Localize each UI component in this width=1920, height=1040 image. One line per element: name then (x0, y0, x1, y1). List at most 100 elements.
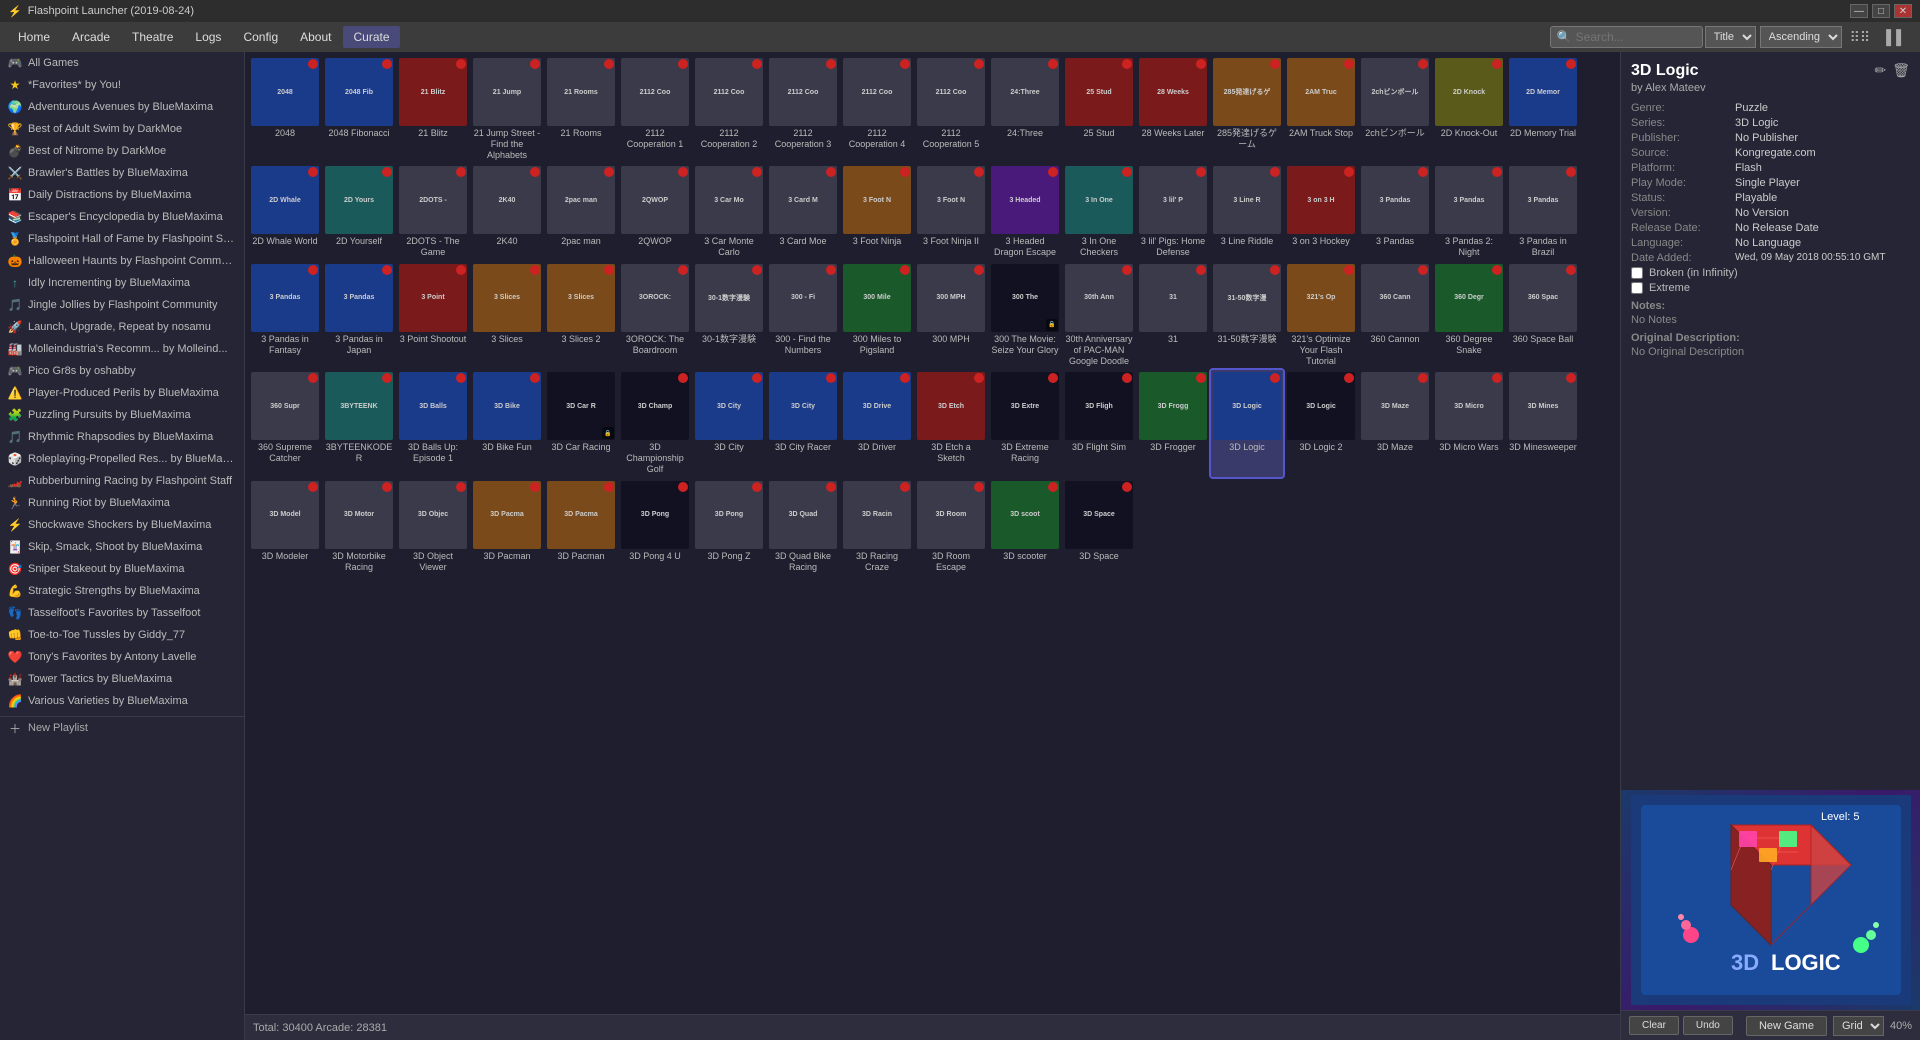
game-cell-16[interactable]: 2chビンボール2chビンボール (1359, 56, 1431, 162)
game-cell-26[interactable]: 3 Card M3 Card Moe (767, 164, 839, 260)
game-cell-64[interactable]: 3D Etch 3D Etch a Sketch (915, 370, 987, 476)
new-game-button[interactable]: New Game (1746, 1016, 1827, 1036)
game-cell-28[interactable]: 3 Foot N3 Foot Ninja II (915, 164, 987, 260)
game-cell-79[interactable]: 3D Pong 3D Pong Z (693, 479, 765, 575)
sidebar-playlist-13[interactable]: 🎮Pico Gr8s by oshabby (0, 360, 244, 382)
menu-about[interactable]: About (290, 26, 341, 48)
sort-field-select[interactable]: Title (1705, 26, 1756, 48)
game-cell-60[interactable]: 3D Champ3D Championship Golf (619, 370, 691, 476)
game-cell-50[interactable]: 31-50数字漫31-50数字漫験 (1211, 262, 1283, 368)
game-cell-63[interactable]: 3D Drive3D Driver (841, 370, 913, 476)
game-cell-69[interactable]: 3D Logic3D Logic 2 (1285, 370, 1357, 476)
sidebar-playlist-21[interactable]: 🃏Skip, Smack, Shoot by BlueMaxima (0, 536, 244, 558)
game-cell-17[interactable]: 2D Knock2D Knock-Out (1433, 56, 1505, 162)
extreme-checkbox[interactable] (1631, 282, 1643, 294)
game-cell-1[interactable]: 20482048 (249, 56, 321, 162)
edit-game-button[interactable]: ✏ (1874, 62, 1886, 79)
sidebar-playlist-20[interactable]: ⚡Shockwave Shockers by BlueMaxima (0, 514, 244, 536)
game-cell-38[interactable]: 3 Pandas3 Pandas in Japan (323, 262, 395, 368)
menu-config[interactable]: Config (233, 26, 288, 48)
sidebar-playlist-24[interactable]: 👣Tasselfoot's Favorites by Tasselfoot (0, 602, 244, 624)
game-cell-3[interactable]: 21 Blitz21 Blitz (397, 56, 469, 162)
game-cell-66[interactable]: 3D Fligh3D Flight Sim (1063, 370, 1135, 476)
game-cell-36[interactable]: 3 Pandas3 Pandas in Brazil (1507, 164, 1579, 260)
game-cell-68[interactable]: 3D Logic3D Logic (1211, 370, 1283, 476)
game-grid[interactable]: 204820482048 Fib2048 Fibonacci21 Blitz21… (245, 52, 1620, 1014)
game-cell-57[interactable]: 3D Balls3D Balls Up: Episode 1 (397, 370, 469, 476)
sidebar-playlist-8[interactable]: 🎃Halloween Haunts by Flashpoint Communit… (0, 250, 244, 272)
sidebar-playlist-18[interactable]: 🏎️Rubberburning Racing by Flashpoint Sta… (0, 470, 244, 492)
game-cell-8[interactable]: 2112 Coo2112 Cooperation 3 (767, 56, 839, 162)
game-cell-59[interactable]: 3D Car R🔒3D Car Racing (545, 370, 617, 476)
game-cell-35[interactable]: 3 Pandas3 Pandas 2: Night (1433, 164, 1505, 260)
game-cell-6[interactable]: 2112 Coo2112 Cooperation 1 (619, 56, 691, 162)
game-cell-22[interactable]: 2K402K40 (471, 164, 543, 260)
game-cell-39[interactable]: 3 Point 3 Point Shootout (397, 262, 469, 368)
game-cell-54[interactable]: 360 Spac360 Space Ball (1507, 262, 1579, 368)
menu-arcade[interactable]: Arcade (62, 26, 120, 48)
game-cell-44[interactable]: 300 - Fi300 - Find the Numbers (767, 262, 839, 368)
game-cell-55[interactable]: 360 Supr360 Supreme Catcher (249, 370, 321, 476)
game-cell-47[interactable]: 300 The 🔒300 The Movie: Seize Your Glory (989, 262, 1061, 368)
minimize-button[interactable]: — (1850, 4, 1868, 18)
game-cell-73[interactable]: 3D Model3D Modeler (249, 479, 321, 575)
game-cell-2[interactable]: 2048 Fib2048 Fibonacci (323, 56, 395, 162)
game-cell-10[interactable]: 2112 Coo2112 Cooperation 5 (915, 56, 987, 162)
game-cell-83[interactable]: 3D scoot3D scooter (989, 479, 1061, 575)
game-cell-25[interactable]: 3 Car Mo3 Car Monte Carlo (693, 164, 765, 260)
game-cell-84[interactable]: 3D Space3D Space (1063, 479, 1135, 575)
game-cell-42[interactable]: 3OROCK: 3OROCK: The Boardroom (619, 262, 691, 368)
game-cell-81[interactable]: 3D Racin3D Racing Craze (841, 479, 913, 575)
broken-checkbox[interactable] (1631, 267, 1643, 279)
game-cell-18[interactable]: 2D Memor2D Memory Trial (1507, 56, 1579, 162)
game-cell-56[interactable]: 3BYTEENK3BYTEENKODER (323, 370, 395, 476)
sidebar-playlist-23[interactable]: 💪Strategic Strengths by BlueMaxima (0, 580, 244, 602)
game-cell-76[interactable]: 3D Pacma3D Pacman (471, 479, 543, 575)
game-cell-9[interactable]: 2112 Coo2112 Cooperation 4 (841, 56, 913, 162)
game-cell-75[interactable]: 3D Objec3D Object Viewer (397, 479, 469, 575)
view-select[interactable]: Grid List (1833, 1016, 1884, 1036)
toolbar-icon-1[interactable]: ⠿⠿ (1844, 27, 1877, 48)
game-cell-43[interactable]: 30-1数字漫験30-1数字漫験 (693, 262, 765, 368)
sidebar-all-games[interactable]: 🎮 All Games (0, 52, 244, 74)
game-cell-13[interactable]: 28 Weeks28 Weeks Later (1137, 56, 1209, 162)
sidebar-playlist-2[interactable]: 🏆Best of Adult Swim by DarkMoe (0, 118, 244, 140)
game-cell-20[interactable]: 2D Yours2D Yourself (323, 164, 395, 260)
game-cell-29[interactable]: 3 Headed3 Headed Dragon Escape (989, 164, 1061, 260)
game-cell-46[interactable]: 300 MPH300 MPH (915, 262, 987, 368)
undo-button[interactable]: Undo (1683, 1016, 1733, 1035)
game-cell-71[interactable]: 3D Micro3D Micro Wars (1433, 370, 1505, 476)
close-button[interactable]: ✕ (1894, 4, 1912, 18)
game-cell-74[interactable]: 3D Motor3D Motorbike Racing (323, 479, 395, 575)
game-cell-34[interactable]: 3 Pandas3 Pandas (1359, 164, 1431, 260)
sidebar-playlist-10[interactable]: 🎵Jingle Jollies by Flashpoint Community (0, 294, 244, 316)
game-cell-19[interactable]: 2D Whale2D Whale World (249, 164, 321, 260)
game-cell-7[interactable]: 2112 Coo2112 Cooperation 2 (693, 56, 765, 162)
search-box[interactable]: 🔍 (1550, 26, 1703, 48)
game-cell-41[interactable]: 3 Slices3 Slices 2 (545, 262, 617, 368)
game-cell-51[interactable]: 321's Op321's Optimize Your Flash Tutori… (1285, 262, 1357, 368)
game-cell-5[interactable]: 21 Rooms21 Rooms (545, 56, 617, 162)
sidebar-playlist-17[interactable]: 🎲Roleplaying-Propelled Res... by BlueMax… (0, 448, 244, 470)
game-cell-67[interactable]: 3D Frogg3D Frogger (1137, 370, 1209, 476)
toolbar-icon-2[interactable]: ▌▌ (1880, 27, 1912, 47)
menu-home[interactable]: Home (8, 26, 60, 48)
sidebar-playlist-25[interactable]: 👊Toe-to-Toe Tussles by Giddy_77 (0, 624, 244, 646)
sidebar-playlist-14[interactable]: ⚠️Player-Produced Perils by BlueMaxima (0, 382, 244, 404)
game-cell-45[interactable]: 300 Mile300 Miles to Pigsland (841, 262, 913, 368)
game-cell-40[interactable]: 3 Slices3 Slices (471, 262, 543, 368)
sidebar-playlist-22[interactable]: 🎯Sniper Stakeout by BlueMaxima (0, 558, 244, 580)
game-cell-24[interactable]: 2QWOP2QWOP (619, 164, 691, 260)
sidebar-playlist-3[interactable]: 💣Best of Nitrome by DarkMoe (0, 140, 244, 162)
game-cell-21[interactable]: 2DOTS - 2DOTS - The Game (397, 164, 469, 260)
sidebar-playlist-16[interactable]: 🎵Rhythmic Rhapsodies by BlueMaxima (0, 426, 244, 448)
sidebar-playlist-7[interactable]: 🏅Flashpoint Hall of Fame by Flashpoint S… (0, 228, 244, 250)
delete-game-button[interactable]: 🗑 (1892, 62, 1910, 79)
menu-logs[interactable]: Logs (185, 26, 231, 48)
game-cell-15[interactable]: 2AM Truc2AM Truck Stop (1285, 56, 1357, 162)
sidebar-playlist-4[interactable]: ⚔️Brawler's Battles by BlueMaxima (0, 162, 244, 184)
game-cell-72[interactable]: 3D Mines3D Minesweeper (1507, 370, 1579, 476)
game-cell-30[interactable]: 3 In One3 In One Checkers (1063, 164, 1135, 260)
game-cell-48[interactable]: 30th Ann30th Anniversary of PAC-MAN Goog… (1063, 262, 1135, 368)
sidebar-playlist-27[interactable]: 🏰Tower Tactics by BlueMaxima (0, 668, 244, 690)
